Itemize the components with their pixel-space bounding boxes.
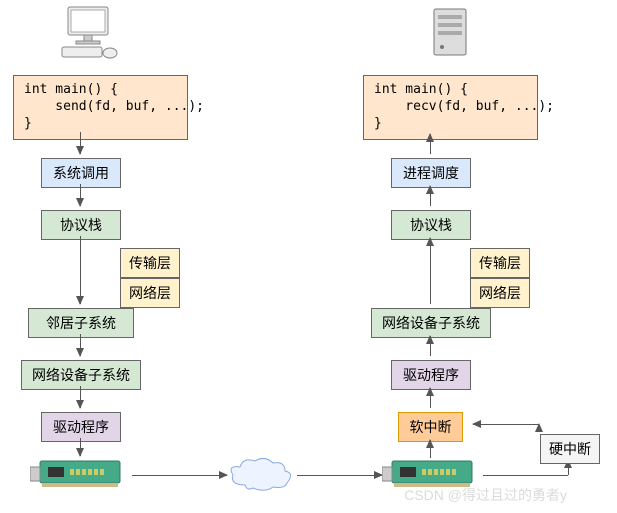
right-netdev: 网络设备子系统 — [371, 308, 491, 338]
right-sched: 进程调度 — [391, 158, 471, 188]
right-hardirq: 硬中断 — [540, 434, 600, 464]
server-icon — [430, 5, 470, 60]
nic-left-icon — [30, 455, 130, 495]
computer-icon — [60, 5, 120, 60]
cloud-icon — [225, 455, 295, 495]
watermark: CSDN @得过且过的勇者y — [404, 485, 567, 505]
right-transport: 传输层 — [470, 248, 530, 278]
right-softirq: 软中断 — [398, 412, 463, 442]
left-neighbor: 邻居子系统 — [28, 308, 134, 338]
left-protocol: 协议栈 — [41, 210, 121, 240]
left-code-box: int main() { send(fd, buf, ...); } — [13, 75, 188, 140]
right-network: 网络层 — [470, 278, 530, 308]
left-network: 网络层 — [120, 278, 180, 308]
left-driver: 驱动程序 — [41, 412, 121, 442]
right-driver: 驱动程序 — [391, 360, 471, 390]
right-code-box: int main() { recv(fd, buf, ...); } — [363, 75, 538, 140]
left-netdev: 网络设备子系统 — [21, 360, 141, 390]
left-syscall: 系统调用 — [41, 158, 121, 188]
right-protocol: 协议栈 — [391, 210, 471, 240]
left-transport: 传输层 — [120, 248, 180, 278]
